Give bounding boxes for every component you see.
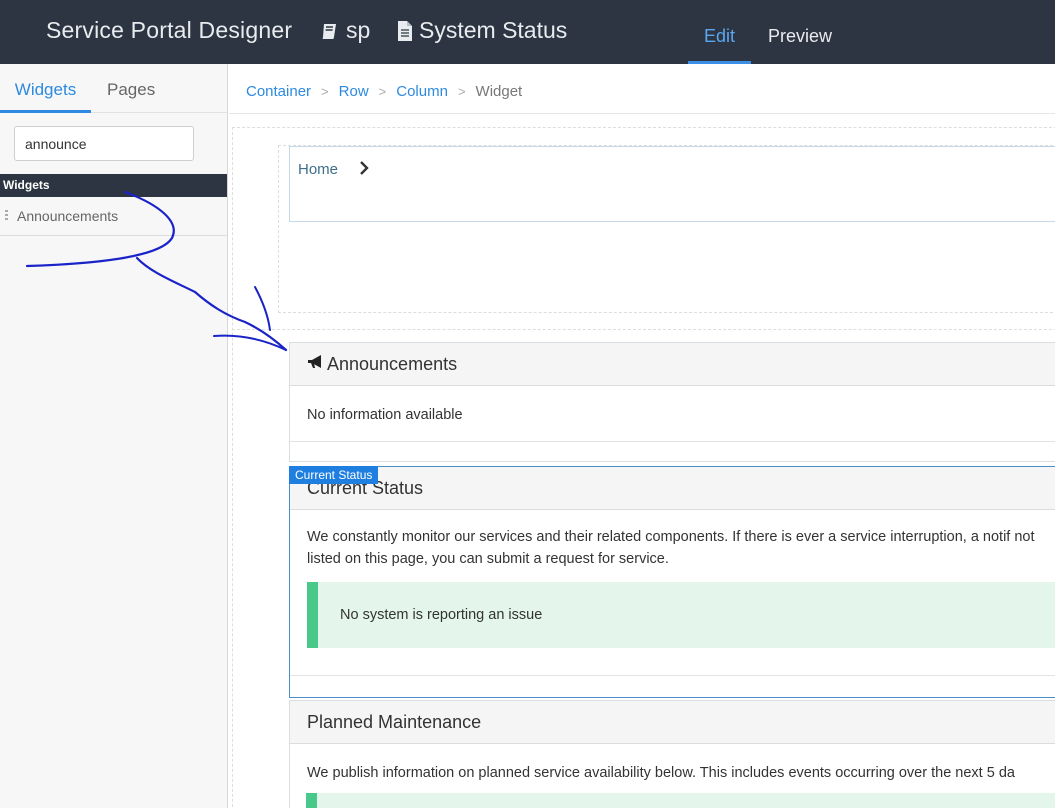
breadcrumb-separator: >: [457, 84, 466, 99]
row-divider: [232, 329, 1055, 330]
breadcrumb-separator: >: [321, 84, 329, 99]
status-ok-alert: No system is reporting an issue: [307, 582, 1055, 648]
tab-pages[interactable]: Pages: [107, 64, 155, 113]
breadcrumb-row[interactable]: Row: [339, 83, 369, 100]
widget-item-announcements[interactable]: Announcements: [0, 197, 227, 236]
app-title: Service Portal Designer: [46, 17, 293, 43]
announcements-title: Announcements: [327, 354, 458, 374]
current-status-widget[interactable]: Current Status We constantly monitor our…: [289, 466, 1055, 698]
maintenance-alert: [306, 793, 1055, 808]
announcements-body: No information available: [290, 386, 1055, 442]
top-bar: Service Portal Designer sp System Status…: [0, 0, 1055, 64]
drag-handle-icon[interactable]: [5, 210, 9, 222]
selected-widget-tag: Current Status: [289, 466, 379, 484]
current-status-header: Current Status: [290, 467, 1055, 510]
sidebar: Widgets Pages Widgets Announcements: [0, 64, 228, 808]
designer-canvas-area: Container > Row > Column > Widget Home Announc…: [229, 64, 1055, 808]
breadcrumb-container[interactable]: Container: [246, 83, 311, 100]
home-link[interactable]: Home: [298, 161, 338, 178]
breadcrumbs-widget[interactable]: Home: [289, 146, 1055, 222]
breadcrumb: Container > Row > Column > Widget: [229, 64, 1055, 114]
announcements-widget[interactable]: Announcements No information available: [289, 342, 1055, 462]
portal-name: sp: [346, 17, 371, 43]
breadcrumb-widget: Widget: [475, 83, 523, 100]
sidebar-tabs: Widgets Pages: [0, 64, 227, 113]
widget-search-input[interactable]: [14, 126, 194, 161]
current-status-body: We constantly monitor our services and t…: [290, 510, 1055, 676]
breadcrumb-column[interactable]: Column: [396, 83, 448, 100]
page-name: System Status: [419, 17, 568, 43]
planned-maintenance-widget[interactable]: Planned Maintenance We publish informati…: [289, 700, 1055, 808]
announcements-header: Announcements: [290, 343, 1055, 386]
current-status-description: We constantly monitor our services and t…: [307, 529, 1035, 567]
portal-selector[interactable]: sp: [320, 17, 370, 44]
tab-widgets[interactable]: Widgets: [0, 64, 91, 113]
tab-edit[interactable]: Edit: [688, 0, 751, 64]
book-icon: [320, 21, 340, 41]
planned-maintenance-title: Planned Maintenance: [307, 712, 482, 732]
chevron-right-icon: [358, 160, 370, 181]
megaphone-icon: [307, 342, 325, 386]
widgets-section-header: Widgets: [0, 174, 227, 197]
widget-item-label: Announcements: [17, 208, 119, 224]
breadcrumb-separator: >: [378, 84, 387, 99]
document-icon: [396, 20, 414, 42]
page-selector[interactable]: System Status: [396, 17, 567, 44]
tab-preview[interactable]: Preview: [768, 0, 832, 64]
planned-maintenance-header: Planned Maintenance: [290, 701, 1055, 744]
